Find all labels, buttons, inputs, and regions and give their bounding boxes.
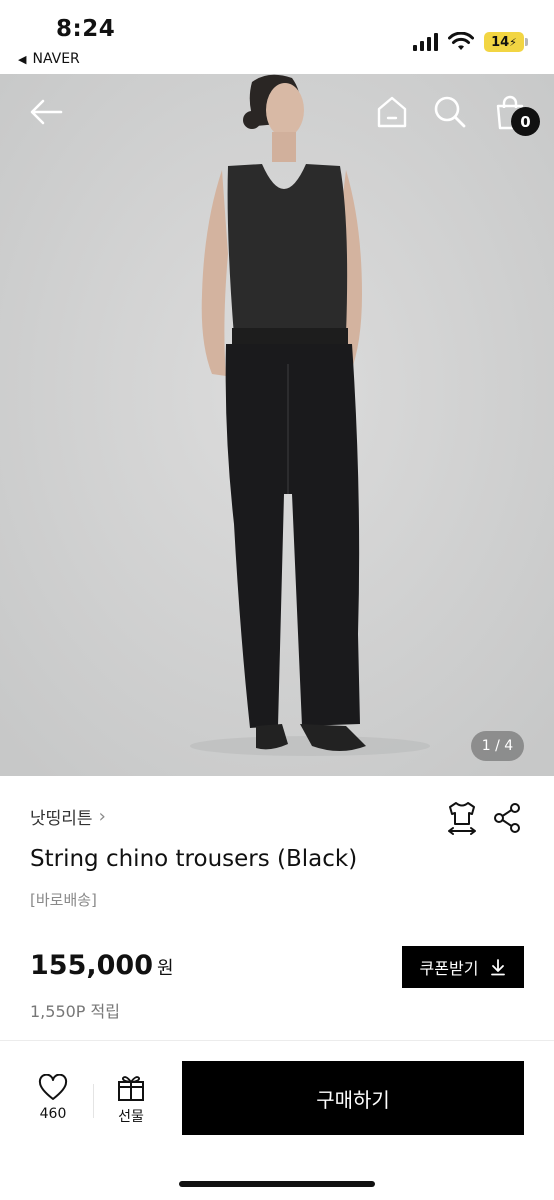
like-count: 460 <box>39 1106 67 1122</box>
back-button[interactable] <box>24 92 68 132</box>
home-icon <box>377 96 407 128</box>
chevron-right-icon: › <box>98 806 106 827</box>
like-button[interactable]: 460 <box>30 1074 76 1130</box>
cellular-signal-icon <box>413 33 438 51</box>
delivery-tag: [바로배송] <box>30 891 97 909</box>
back-app-label: NAVER <box>32 51 80 67</box>
buy-button[interactable]: 구매하기 <box>182 1061 524 1135</box>
action-divider <box>93 1084 94 1118</box>
download-icon <box>491 959 506 976</box>
product-photo <box>0 74 554 776</box>
battery-level: 14 <box>491 34 510 50</box>
gift-icon <box>118 1076 144 1101</box>
brand-name: 낫띵리튼 <box>30 809 93 829</box>
back-triangle-icon: ◀ <box>18 52 27 66</box>
product-image-carousel[interactable]: 1 / 4 <box>0 74 554 776</box>
home-indicator[interactable] <box>179 1181 375 1187</box>
search-button[interactable] <box>430 92 470 132</box>
size-guide-icon[interactable] <box>446 800 478 836</box>
brand-link[interactable]: 낫띵리튼 › <box>30 804 106 829</box>
share-icon[interactable] <box>492 802 522 834</box>
section-divider <box>0 1040 554 1041</box>
status-time: 8:24 <box>56 16 116 42</box>
status-indicators: 14 ⚡ <box>413 32 528 52</box>
image-page-indicator: 1 / 4 <box>471 731 524 761</box>
wifi-icon <box>448 32 474 50</box>
back-arrow-icon <box>30 99 63 125</box>
status-bar: 8:24 ◀ NAVER 14 ⚡ <box>0 0 554 74</box>
price-value: 155,000 <box>30 950 153 981</box>
coupon-label: 쿠폰받기 <box>419 959 479 978</box>
product-title: String chino trousers (Black) <box>30 846 358 872</box>
gift-label: 선물 <box>118 1109 144 1125</box>
search-icon <box>434 96 466 128</box>
price-currency: 원 <box>156 958 174 979</box>
reward-points: 1,550P 적립 <box>30 1002 120 1021</box>
coupon-download-button[interactable]: 쿠폰받기 <box>402 946 524 988</box>
back-to-app-link[interactable]: ◀ NAVER <box>18 51 80 67</box>
price-row: 155,000 원 <box>30 950 174 981</box>
battery-icon: 14 ⚡ <box>484 32 528 52</box>
home-button[interactable] <box>372 92 412 132</box>
heart-icon <box>38 1074 68 1100</box>
cart-count-badge: 0 <box>511 107 540 136</box>
gift-button[interactable]: 선물 <box>108 1074 154 1130</box>
